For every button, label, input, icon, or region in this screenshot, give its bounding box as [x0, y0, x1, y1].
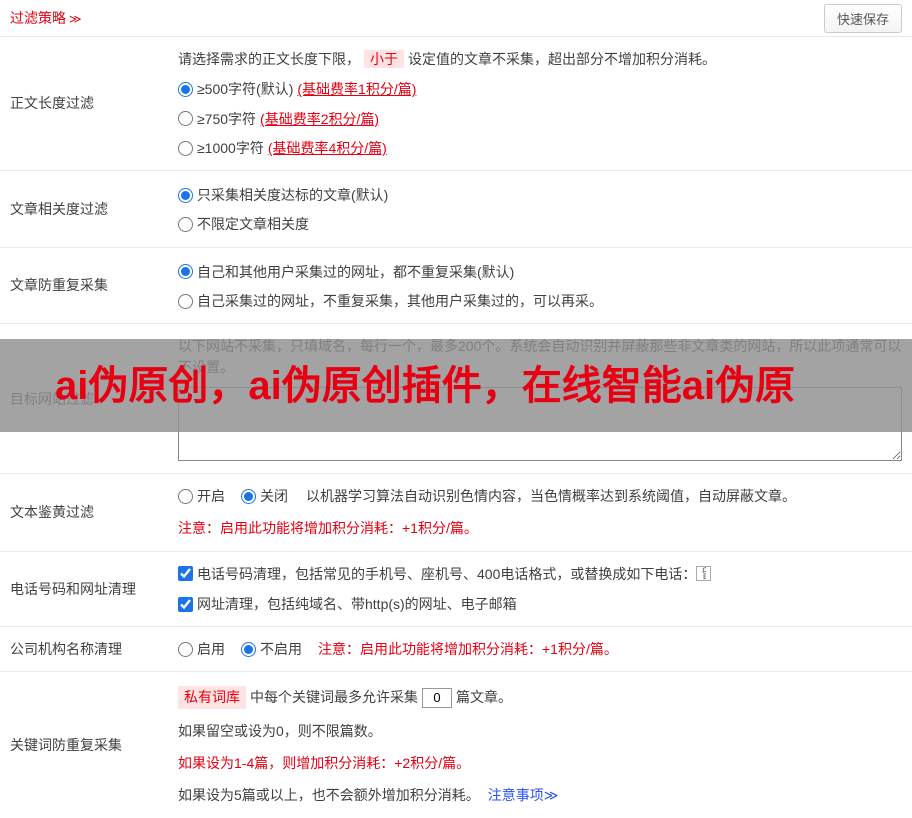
page-title: 过滤策略: [10, 9, 66, 26]
company-options: 启用 不启用 注意：启用此功能将增加积分消耗：+1积分/篇。: [178, 639, 902, 659]
private-lexicon-link[interactable]: 私有词库: [178, 686, 246, 709]
row-content-phone-url: 电话号码清理，包括常见的手机号、座机号、400电话格式，或替换成如下电话： 网址…: [170, 552, 912, 627]
radio-option-1000-chars[interactable]: ≥1000字符 (基础费率4积分/篇): [178, 138, 902, 158]
intro-pre: 请选择需求的正文长度下限，: [178, 51, 360, 67]
checkbox-url-cleanup[interactable]: [178, 596, 193, 612]
porn-filter-warning: 注意：启用此功能将增加积分消耗：+1积分/篇。: [178, 520, 478, 537]
radio-label: ≥500字符(默认): [197, 81, 294, 98]
chevron-double-icon: ≫: [69, 11, 82, 26]
radio-750-chars[interactable]: [178, 111, 193, 127]
url-cleanup-line: 网址清理，包括纯域名、带http(s)的网址、电子邮箱: [178, 594, 902, 614]
keyword-limit-text: 中每个关键词最多允许采集: [250, 689, 418, 706]
row-label-dedupe: 文章防重复采集: [10, 277, 108, 294]
radio-option-500-chars[interactable]: ≥500字符(默认) (基础费率1积分/篇): [178, 79, 902, 99]
keyword-note-five-text: 如果设为5篇或以上，也不会额外增加积分消耗。: [178, 787, 480, 804]
row-content-company: 启用 不启用 注意：启用此功能将增加积分消耗：+1积分/篇。: [170, 627, 912, 671]
row-body-length-filter: 正文长度过滤 请选择需求的正文长度下限， 小于 设定值的文章不采集，超出部分不增加积…: [0, 37, 912, 172]
row-label-porn-filter: 文本鉴黄过滤: [10, 504, 94, 521]
radio-option-relevance-any[interactable]: 不限定文章相关度: [178, 214, 902, 234]
keyword-note-cost: 如果设为1-4篇，则增加积分消耗：+2积分/篇。: [178, 755, 471, 772]
radio-company-on[interactable]: [178, 641, 193, 657]
porn-filter-options: 开启 关闭 以机器学习算法自动识别色情内容，当色情概率达到系统阈值，自动屏蔽文章…: [178, 486, 902, 506]
fee-note: (基础费率2积分/篇): [260, 110, 380, 127]
row-content-dedupe: 自己和其他用户采集过的网址，都不重复采集(默认) 自己采集过的网址，不重复采集，…: [170, 248, 912, 324]
body-length-intro: 请选择需求的正文长度下限， 小于 设定值的文章不采集，超出部分不增加积分消耗。: [178, 49, 902, 69]
radio-porn-off[interactable]: [241, 488, 256, 504]
radio-label: 不限定文章相关度: [197, 216, 309, 233]
topbar: 过滤策略 ≫ 快速保存: [0, 0, 912, 37]
radio-1000-chars[interactable]: [178, 140, 193, 156]
radio-option-company-off[interactable]: 不启用: [241, 639, 302, 659]
radio-option-relevance-strict[interactable]: 只采集相关度达标的文章(默认): [178, 185, 902, 205]
replacement-phone-input[interactable]: [696, 566, 712, 582]
radio-company-off[interactable]: [241, 641, 256, 657]
intro-post: 设定值的文章不采集，超出部分不增加积分消耗。: [408, 51, 716, 67]
radio-label: 自己和其他用户采集过的网址，都不重复采集(默认): [197, 263, 515, 280]
radio-option-company-on[interactable]: 启用: [178, 639, 225, 659]
row-relevance-filter: 文章相关度过滤 只采集相关度达标的文章(默认) 不限定文章相关度: [0, 171, 912, 248]
checkbox-label: 电话号码清理，包括常见的手机号、座机号、400电话格式，或替换成如下电话：: [197, 565, 697, 582]
radio-label: 不启用: [260, 641, 302, 658]
row-label-relevance: 文章相关度过滤: [10, 200, 108, 217]
radio-dedupe-all-users[interactable]: [178, 264, 193, 280]
radio-label: ≥750字符: [197, 110, 257, 127]
watermark-text: ai伪原创，ai伪原创插件，在线智能ai伪原: [55, 363, 796, 408]
fee-note: (基础费率1积分/篇): [297, 81, 417, 98]
radio-label: 启用: [197, 641, 225, 658]
porn-filter-description: 以机器学习算法自动识别色情内容，当色情概率达到系统阈值，自动屏蔽文章。: [306, 487, 796, 504]
checkbox-option-url-cleanup[interactable]: 网址清理，包括纯域名、带http(s)的网址、电子邮箱: [178, 594, 517, 614]
checkbox-phone-cleanup[interactable]: [178, 566, 193, 582]
radio-dedupe-self-only[interactable]: [178, 293, 193, 309]
radio-500-chars[interactable]: [178, 81, 193, 97]
radio-porn-on[interactable]: [178, 488, 193, 504]
row-label-body-length: 正文长度过滤: [10, 95, 94, 112]
intro-highlight-less-than: 小于: [364, 50, 404, 68]
radio-option-porn-on[interactable]: 开启: [178, 486, 225, 506]
row-label-keyword: 关键词防重复采集: [10, 736, 122, 753]
row-keyword-dedupe: 关键词防重复采集 私有词库 中每个关键词最多允许采集 篇文章。 如果留空或设为0…: [0, 672, 912, 817]
keyword-limit-line: 私有词库 中每个关键词最多允许采集 篇文章。: [178, 686, 902, 709]
radio-label: ≥1000字符: [197, 139, 264, 156]
radio-relevance-any[interactable]: [178, 217, 193, 233]
keyword-limit-suffix: 篇文章。: [456, 689, 512, 706]
radio-option-750-chars[interactable]: ≥750字符 (基础费率2积分/篇): [178, 109, 902, 129]
keyword-limit-input[interactable]: [422, 687, 452, 708]
radio-option-dedupe-self-only[interactable]: 自己采集过的网址，不重复采集，其他用户采集过的，可以再采。: [178, 291, 902, 311]
row-label-company: 公司机构名称清理: [10, 641, 122, 658]
notice-link[interactable]: 注意事项≫: [488, 785, 559, 805]
radio-option-porn-off[interactable]: 关闭: [241, 486, 288, 506]
row-porn-filter: 文本鉴黄过滤 开启 关闭 以机器学习算法自动识别色情内容，当色情概率达到系统阈值…: [0, 474, 912, 552]
row-content-body-length: 请选择需求的正文长度下限， 小于 设定值的文章不采集，超出部分不增加积分消耗。 ≥5…: [170, 37, 912, 170]
row-content-keyword: 私有词库 中每个关键词最多允许采集 篇文章。 如果留空或设为0，则不限篇数。 如…: [170, 672, 912, 817]
phone-cleanup-line: 电话号码清理，包括常见的手机号、座机号、400电话格式，或替换成如下电话：: [178, 564, 902, 584]
radio-label: 关闭: [260, 487, 288, 504]
row-company-name-cleanup: 公司机构名称清理 启用 不启用 注意：启用此功能将增加积分消耗：+1积分/篇。: [0, 627, 912, 673]
watermark-overlay: ai伪原创，ai伪原创插件，在线智能ai伪原: [0, 339, 912, 432]
row-content-porn-filter: 开启 关闭 以机器学习算法自动识别色情内容，当色情概率达到系统阈值，自动屏蔽文章…: [170, 474, 912, 551]
radio-label: 自己采集过的网址，不重复采集，其他用户采集过的，可以再采。: [197, 293, 603, 310]
checkbox-option-phone-cleanup[interactable]: 电话号码清理，包括常见的手机号、座机号、400电话格式，或替换成如下电话：: [178, 564, 696, 584]
row-content-relevance: 只采集相关度达标的文章(默认) 不限定文章相关度: [170, 171, 912, 247]
keyword-note-five: 如果设为5篇或以上，也不会额外增加积分消耗。 注意事项≫: [178, 785, 902, 805]
row-label-phone-url: 电话号码和网址清理: [10, 580, 136, 597]
keyword-note-zero: 如果留空或设为0，则不限篇数。: [178, 722, 382, 739]
radio-label: 开启: [197, 487, 225, 504]
radio-label: 只采集相关度达标的文章(默认): [197, 187, 389, 204]
checkbox-label: 网址清理，包括纯域名、带http(s)的网址、电子邮箱: [197, 595, 517, 612]
row-dedupe-collect: 文章防重复采集 自己和其他用户采集过的网址，都不重复采集(默认) 自己采集过的网…: [0, 248, 912, 325]
row-phone-url-cleanup: 电话号码和网址清理 电话号码清理，包括常见的手机号、座机号、400电话格式，或替…: [0, 552, 912, 628]
fee-note: (基础费率4积分/篇): [267, 139, 387, 156]
quick-save-button[interactable]: 快速保存: [823, 3, 902, 33]
radio-relevance-strict[interactable]: [178, 187, 193, 203]
radio-option-dedupe-all-users[interactable]: 自己和其他用户采集过的网址，都不重复采集(默认): [178, 262, 902, 282]
company-warning: 注意：启用此功能将增加积分消耗：+1积分/篇。: [318, 641, 618, 658]
filter-strategy-title[interactable]: 过滤策略 ≫: [10, 8, 82, 28]
